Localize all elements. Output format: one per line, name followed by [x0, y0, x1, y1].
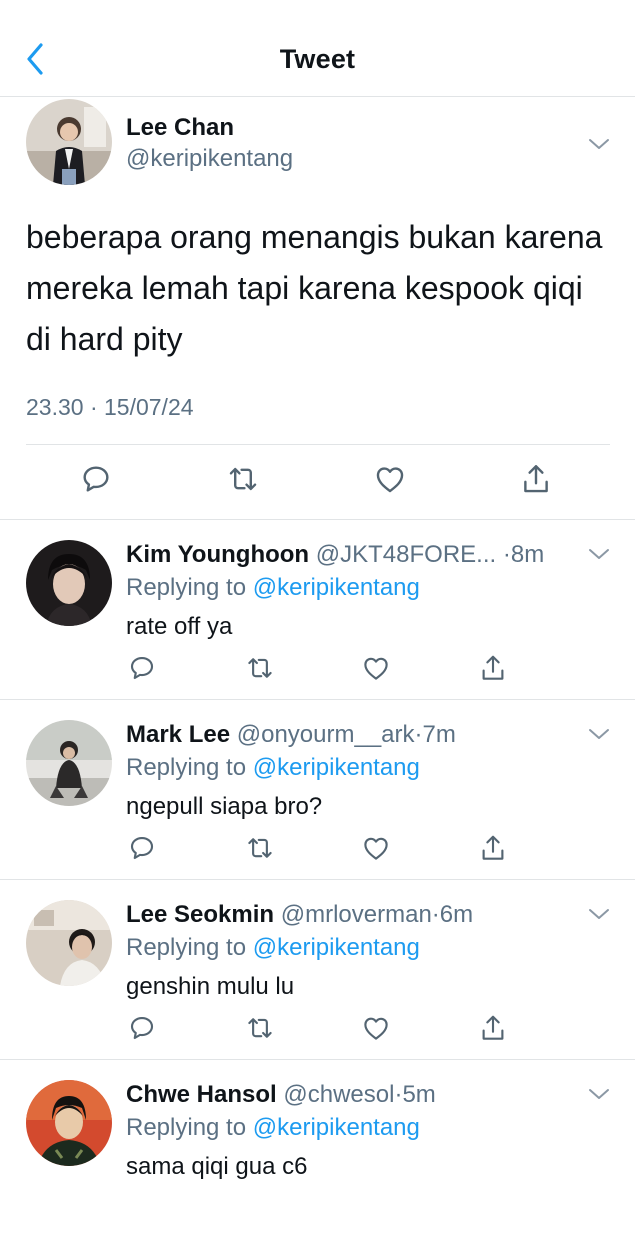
retweet-icon	[248, 658, 272, 678]
replying-to: Replying to @keripikentang	[126, 753, 420, 783]
chevron-down-icon	[589, 139, 609, 149]
reply-icon	[130, 656, 154, 680]
page-title: Tweet	[279, 44, 356, 74]
reply-header: Mark Lee @onyourm__ark·7m	[126, 720, 586, 750]
reply-tweet[interactable]: Kim Younghoon @JKT48FORE... ·8m Replying…	[0, 520, 635, 700]
main-tweet: Lee Chan @keripikentang beberapa orang m…	[0, 96, 635, 520]
reply-text: rate off ya	[126, 613, 233, 640]
like-icon	[364, 657, 388, 680]
replying-to-link[interactable]: @keripikentang	[253, 574, 420, 601]
avatar[interactable]	[26, 99, 112, 185]
reply-text: genshin mulu lu	[126, 973, 295, 1000]
reply-actions	[0, 832, 635, 868]
reply-tweet[interactable]: Mark Lee @onyourm__ark·7m Replying to @k…	[0, 700, 635, 880]
replying-prefix: Replying to	[126, 934, 247, 961]
more-options-button[interactable]	[586, 134, 612, 154]
share-button[interactable]	[477, 652, 509, 684]
chevron-down-icon	[589, 909, 609, 919]
replying-prefix: Replying to	[126, 574, 247, 601]
share-icon	[482, 835, 504, 860]
reply-time: 6m	[439, 901, 474, 928]
replying-prefix: Replying to	[126, 1114, 247, 1141]
avatar[interactable]	[26, 540, 112, 626]
more-options-button[interactable]	[586, 544, 612, 564]
replying-to: Replying to @keripikentang	[126, 933, 420, 963]
separator-dot: ·	[431, 901, 440, 928]
share-icon	[482, 1015, 504, 1040]
author-name[interactable]: Chwe Hansol	[126, 1081, 277, 1108]
divider	[26, 444, 610, 445]
reply-icon	[83, 466, 109, 492]
retweet-icon	[248, 1018, 272, 1038]
retweet-button[interactable]	[244, 832, 276, 864]
reply-tweet[interactable]: Chwe Hansol @chwesol·5m Replying to @ker…	[0, 1060, 635, 1239]
reply-tweet[interactable]: Lee Seokmin @mrloverman·6m Replying to @…	[0, 880, 635, 1060]
like-button[interactable]	[360, 1012, 392, 1044]
reply-text: ngepull siapa bro?	[126, 793, 323, 820]
reply-button[interactable]	[126, 832, 158, 864]
like-button[interactable]	[360, 832, 392, 864]
reply-button[interactable]	[126, 1012, 158, 1044]
top-bar: Tweet	[0, 0, 635, 97]
separator-dot: ·	[496, 541, 511, 568]
like-button[interactable]	[372, 461, 408, 497]
like-icon	[364, 837, 388, 860]
reply-actions	[0, 1012, 635, 1048]
reply-header: Chwe Hansol @chwesol·5m	[126, 1080, 586, 1110]
tweet-timestamp: 23.30 · 15/07/24	[26, 394, 194, 420]
author-handle[interactable]: @onyourm__ark	[237, 721, 415, 748]
reply-text: sama qiqi gua c6	[126, 1153, 308, 1180]
like-button[interactable]	[360, 652, 392, 684]
replying-to-link[interactable]: @keripikentang	[253, 754, 420, 781]
more-options-button[interactable]	[586, 724, 612, 744]
reply-time: 5m	[402, 1081, 436, 1108]
more-options-button[interactable]	[586, 1084, 612, 1104]
replying-to: Replying to @keripikentang	[126, 573, 420, 603]
reply-header: Lee Seokmin @mrloverman·6m	[126, 900, 586, 930]
retweet-button[interactable]	[225, 461, 261, 497]
more-options-button[interactable]	[586, 904, 612, 924]
retweet-button[interactable]	[244, 1012, 276, 1044]
replying-prefix: Replying to	[126, 754, 247, 781]
avatar[interactable]	[26, 1080, 112, 1166]
reply-time: 7m	[422, 721, 456, 748]
like-icon	[364, 1017, 388, 1040]
author-name[interactable]: Mark Lee	[126, 721, 230, 748]
share-icon	[482, 655, 504, 680]
reply-icon	[130, 836, 154, 860]
share-icon	[524, 465, 548, 493]
chevron-down-icon	[589, 1089, 609, 1099]
reply-header: Kim Younghoon @JKT48FORE... ·8m	[126, 540, 586, 570]
author-name[interactable]: Lee Seokmin	[126, 901, 274, 928]
share-button[interactable]	[477, 832, 509, 864]
tweet-text: beberapa orang menangis bukan karena mer…	[26, 219, 603, 357]
replying-to-link[interactable]: @keripikentang	[253, 1114, 420, 1141]
reply-actions	[0, 652, 635, 688]
reply-button[interactable]	[78, 461, 114, 497]
like-icon	[376, 467, 404, 493]
author-handle[interactable]: @JKT48FORE...	[316, 541, 496, 568]
reply-button[interactable]	[126, 652, 158, 684]
chevron-down-icon	[589, 729, 609, 739]
share-button[interactable]	[518, 461, 554, 497]
author-handle[interactable]: @chwesol	[283, 1081, 394, 1108]
replying-to: Replying to @keripikentang	[126, 1113, 420, 1143]
retweet-button[interactable]	[244, 652, 276, 684]
separator-dot: ·	[414, 721, 423, 748]
chevron-down-icon	[589, 549, 609, 559]
retweet-icon	[248, 838, 272, 858]
author-handle[interactable]: @keripikentang	[126, 145, 293, 173]
reply-time: 8m	[510, 541, 545, 568]
avatar[interactable]	[26, 720, 112, 806]
author-name[interactable]: Kim Younghoon	[126, 541, 309, 568]
author-name[interactable]: Lee Chan	[126, 114, 234, 142]
replying-to-link[interactable]: @keripikentang	[253, 934, 420, 961]
avatar[interactable]	[26, 900, 112, 986]
reply-icon	[130, 1016, 154, 1040]
retweet-icon	[229, 467, 257, 491]
author-handle[interactable]: @mrloverman	[281, 901, 432, 928]
share-button[interactable]	[477, 1012, 509, 1044]
tweet-actions	[0, 461, 635, 501]
